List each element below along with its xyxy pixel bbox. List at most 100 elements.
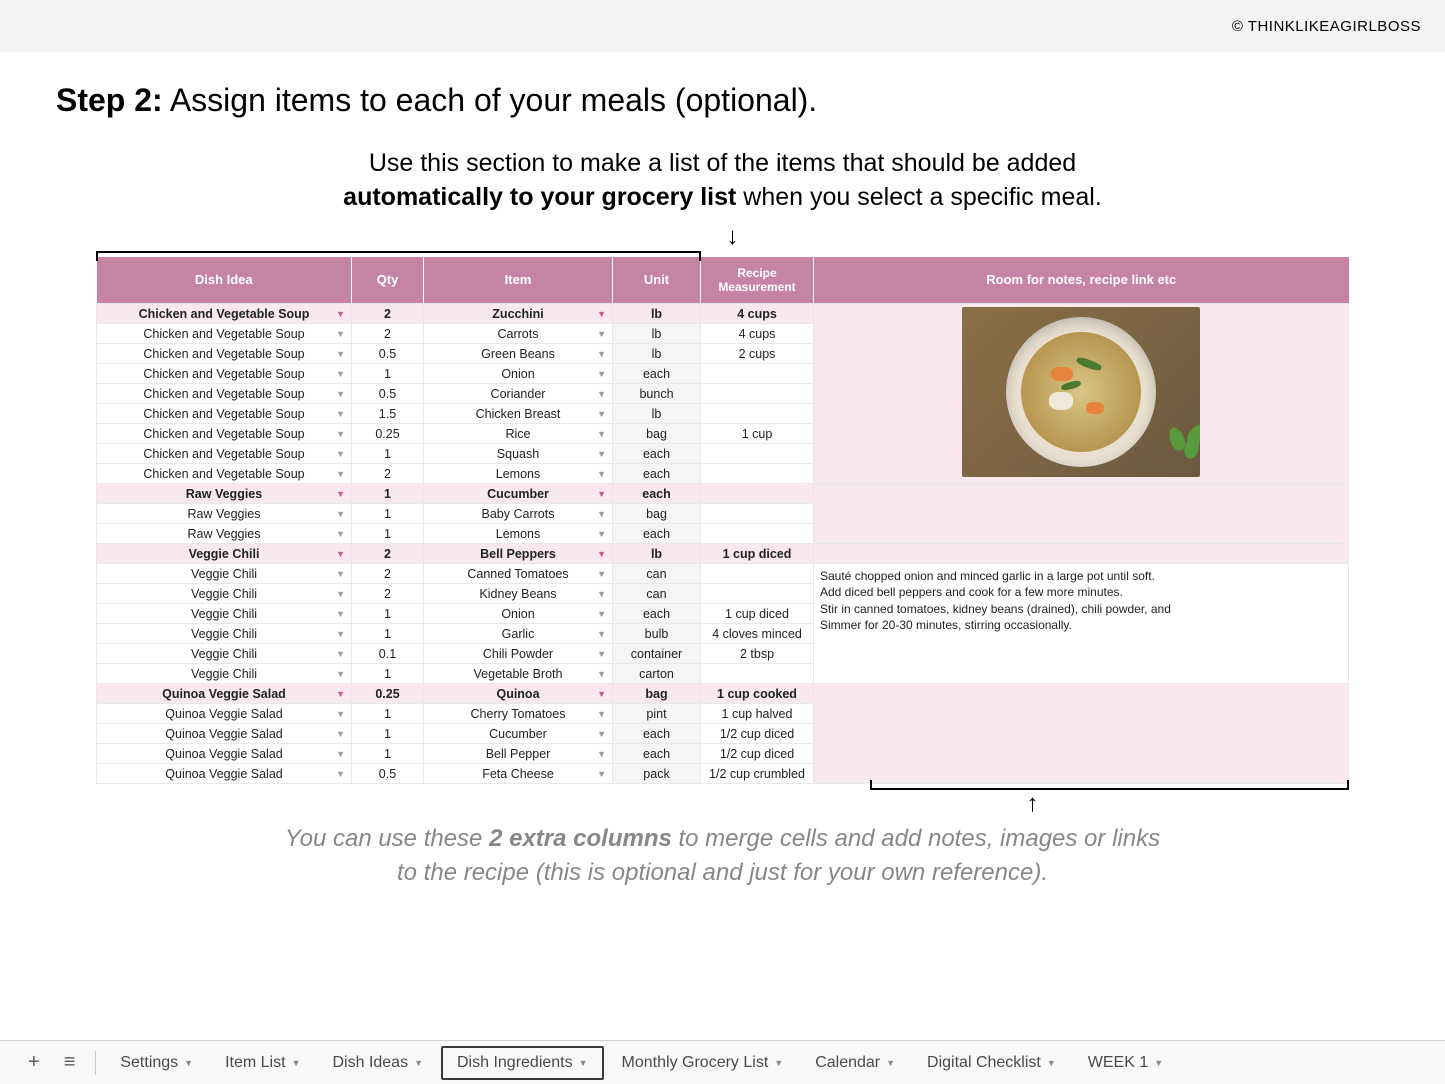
cell-unit[interactable]: pack xyxy=(613,764,701,784)
cell-item[interactable]: Cucumber▼ xyxy=(424,724,613,744)
header-item[interactable]: Item xyxy=(424,257,613,304)
cell-qty[interactable]: 0.5 xyxy=(352,384,424,404)
header-dish[interactable]: Dish Idea xyxy=(97,257,352,304)
dropdown-icon[interactable]: ▼ xyxy=(336,549,345,559)
cell-dish[interactable]: Quinoa Veggie Salad▼ xyxy=(97,724,352,744)
dropdown-icon[interactable]: ▼ xyxy=(336,489,345,499)
dropdown-icon[interactable]: ▼ xyxy=(336,709,345,719)
sheet-tab[interactable]: WEEK 1▼ xyxy=(1074,1048,1177,1078)
cell-item[interactable]: Vegetable Broth▼ xyxy=(424,664,613,684)
cell-recipe[interactable] xyxy=(701,484,814,504)
cell-item[interactable]: Squash▼ xyxy=(424,444,613,464)
dropdown-icon[interactable]: ▼ xyxy=(597,509,606,519)
dropdown-icon[interactable]: ▼ xyxy=(336,629,345,639)
cell-item[interactable]: Green Beans▼ xyxy=(424,344,613,364)
dropdown-icon[interactable]: ▼ xyxy=(597,769,606,779)
cell-unit[interactable]: lb xyxy=(613,324,701,344)
dropdown-icon[interactable]: ▼ xyxy=(336,369,345,379)
dropdown-icon[interactable]: ▼ xyxy=(597,549,606,559)
cell-recipe[interactable]: 1 cup cooked xyxy=(701,684,814,704)
cell-qty[interactable]: 1 xyxy=(352,604,424,624)
dropdown-icon[interactable]: ▼ xyxy=(597,669,606,679)
cell-qty[interactable]: 1 xyxy=(352,664,424,684)
dropdown-icon[interactable]: ▼ xyxy=(336,329,345,339)
cell-dish[interactable]: Quinoa Veggie Salad▼ xyxy=(97,764,352,784)
cell-unit[interactable]: each xyxy=(613,524,701,544)
sheet-tab[interactable]: Calendar▼ xyxy=(801,1048,909,1078)
cell-dish[interactable]: Chicken and Vegetable Soup▼ xyxy=(97,324,352,344)
dropdown-icon[interactable]: ▼ xyxy=(597,469,606,479)
sheet-tab[interactable]: Settings▼ xyxy=(106,1048,207,1078)
all-sheets-icon[interactable]: ≡ xyxy=(54,1047,86,1078)
cell-unit[interactable]: lb xyxy=(613,344,701,364)
cell-qty[interactable]: 1.5 xyxy=(352,404,424,424)
cell-unit[interactable]: bunch xyxy=(613,384,701,404)
cell-recipe[interactable] xyxy=(701,504,814,524)
cell-item[interactable]: Carrots▼ xyxy=(424,324,613,344)
cell-recipe[interactable] xyxy=(701,584,814,604)
dropdown-icon[interactable]: ▼ xyxy=(336,469,345,479)
cell-recipe[interactable]: 4 cups xyxy=(701,324,814,344)
cell-dish[interactable]: Chicken and Vegetable Soup▼ xyxy=(97,444,352,464)
cell-item[interactable]: Chili Powder▼ xyxy=(424,644,613,664)
cell-dish[interactable]: Veggie Chili▼ xyxy=(97,604,352,624)
cell-item[interactable]: Bell Pepper▼ xyxy=(424,744,613,764)
sheet-tab[interactable]: Monthly Grocery List▼ xyxy=(608,1048,798,1078)
cell-item[interactable]: Lemons▼ xyxy=(424,524,613,544)
notes-empty[interactable] xyxy=(814,684,1349,784)
cell-qty[interactable]: 2 xyxy=(352,304,424,324)
notes-empty[interactable] xyxy=(814,484,1349,544)
cell-unit[interactable]: bag xyxy=(613,424,701,444)
dropdown-icon[interactable]: ▼ xyxy=(336,529,345,539)
cell-dish[interactable]: Veggie Chili▼ xyxy=(97,564,352,584)
cell-recipe[interactable]: 1 cup halved xyxy=(701,704,814,724)
cell-qty[interactable]: 1 xyxy=(352,624,424,644)
cell-unit[interactable]: can xyxy=(613,584,701,604)
cell-unit[interactable]: carton xyxy=(613,664,701,684)
dropdown-icon[interactable]: ▼ xyxy=(597,449,606,459)
cell-item[interactable]: Chicken Breast▼ xyxy=(424,404,613,424)
dropdown-icon[interactable]: ▼ xyxy=(597,749,606,759)
notes-soup-image[interactable] xyxy=(814,304,1349,484)
dropdown-icon[interactable]: ▼ xyxy=(597,349,606,359)
cell-item[interactable]: Cucumber▼ xyxy=(424,484,613,504)
cell-dish[interactable]: Quinoa Veggie Salad▼ xyxy=(97,704,352,724)
cell-dish[interactable]: Veggie Chili▼ xyxy=(97,664,352,684)
cell-dish[interactable]: Chicken and Vegetable Soup▼ xyxy=(97,404,352,424)
dropdown-icon[interactable]: ▼ xyxy=(336,689,345,699)
dropdown-icon[interactable]: ▼ xyxy=(336,609,345,619)
cell-qty[interactable]: 1 xyxy=(352,524,424,544)
cell-dish[interactable]: Quinoa Veggie Salad▼ xyxy=(97,744,352,764)
cell-item[interactable]: Baby Carrots▼ xyxy=(424,504,613,524)
dropdown-icon[interactable]: ▼ xyxy=(597,309,606,319)
dropdown-icon[interactable]: ▼ xyxy=(597,329,606,339)
dropdown-icon[interactable]: ▼ xyxy=(336,769,345,779)
cell-recipe[interactable]: 1 cup diced xyxy=(701,544,814,564)
cell-recipe[interactable]: 1 cup diced xyxy=(701,604,814,624)
cell-qty[interactable]: 2 xyxy=(352,464,424,484)
cell-dish[interactable]: Raw Veggies▼ xyxy=(97,484,352,504)
cell-dish[interactable]: Chicken and Vegetable Soup▼ xyxy=(97,384,352,404)
cell-recipe[interactable]: 4 cups xyxy=(701,304,814,324)
cell-recipe[interactable] xyxy=(701,524,814,544)
dropdown-icon[interactable]: ▼ xyxy=(597,409,606,419)
dropdown-icon[interactable]: ▼ xyxy=(336,429,345,439)
cell-item[interactable]: Bell Peppers▼ xyxy=(424,544,613,564)
cell-dish[interactable]: Chicken and Vegetable Soup▼ xyxy=(97,364,352,384)
cell-recipe[interactable] xyxy=(701,444,814,464)
sheet-tab[interactable]: Item List▼ xyxy=(211,1048,314,1078)
dropdown-icon[interactable]: ▼ xyxy=(336,749,345,759)
sheet-tab[interactable]: Digital Checklist▼ xyxy=(913,1048,1070,1078)
dropdown-icon[interactable]: ▼ xyxy=(597,629,606,639)
cell-unit[interactable]: bag xyxy=(613,684,701,704)
tab-dropdown-icon[interactable]: ▼ xyxy=(1154,1058,1163,1068)
header-qty[interactable]: Qty xyxy=(352,257,424,304)
cell-dish[interactable]: Raw Veggies▼ xyxy=(97,524,352,544)
notes-empty[interactable] xyxy=(814,544,1349,564)
dropdown-icon[interactable]: ▼ xyxy=(336,649,345,659)
dropdown-icon[interactable]: ▼ xyxy=(336,309,345,319)
dropdown-icon[interactable]: ▼ xyxy=(597,589,606,599)
cell-qty[interactable]: 1 xyxy=(352,744,424,764)
dropdown-icon[interactable]: ▼ xyxy=(336,349,345,359)
dropdown-icon[interactable]: ▼ xyxy=(336,409,345,419)
